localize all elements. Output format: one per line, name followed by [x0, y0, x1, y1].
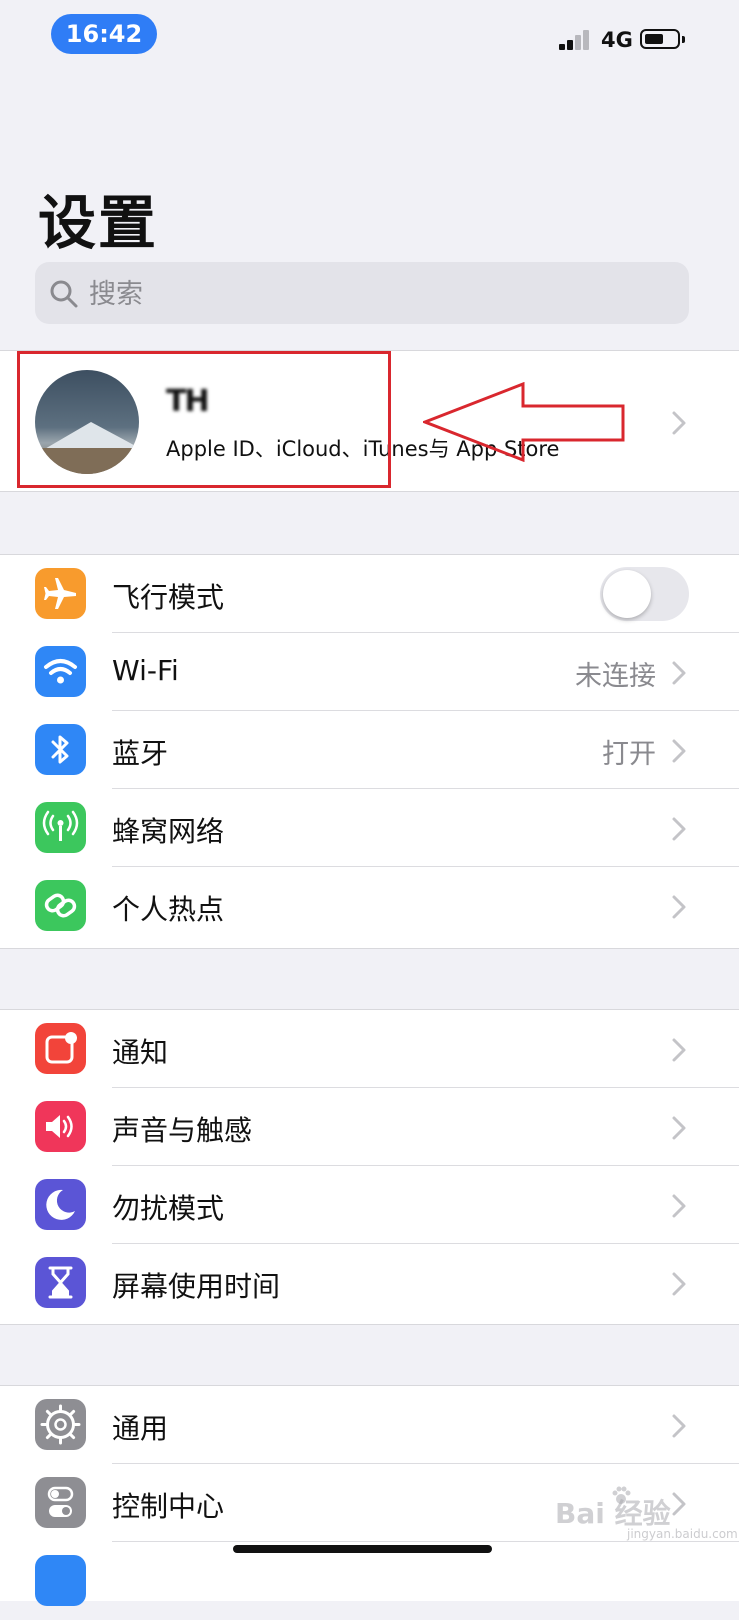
annotation-arrow-icon	[423, 382, 625, 462]
row-label: 屏幕使用时间	[112, 1270, 281, 1303]
row-cellular[interactable]: 蜂窝网络	[0, 789, 739, 867]
annotation-highlight-box	[17, 351, 391, 488]
search-input[interactable]	[87, 262, 681, 326]
row-label: 飞行模式	[112, 581, 225, 614]
row-partial-next[interactable]	[0, 1542, 739, 1620]
switches-icon	[35, 1477, 86, 1528]
gear-icon	[35, 1399, 86, 1450]
hotspot-link-icon	[35, 880, 86, 931]
row-wifi[interactable]: Wi-Fi 未连接	[0, 633, 739, 711]
row-label: 通用	[112, 1412, 169, 1445]
row-screen-time[interactable]: 屏幕使用时间	[0, 1244, 739, 1322]
chevron-right-icon	[672, 895, 686, 919]
row-label: 蜂窝网络	[112, 815, 225, 848]
chevron-right-icon	[672, 661, 686, 685]
chevron-right-icon	[672, 1414, 686, 1438]
wifi-icon	[35, 646, 86, 697]
search-icon	[50, 280, 78, 308]
chevron-right-icon	[672, 1116, 686, 1140]
row-value: 打开	[602, 739, 656, 770]
row-label: 蓝牙	[112, 737, 169, 770]
row-general[interactable]: 通用	[0, 1386, 739, 1464]
row-notifications[interactable]: 通知	[0, 1010, 739, 1088]
chevron-right-icon	[672, 1038, 686, 1062]
page-title: 设置	[38, 189, 159, 257]
network-type: 4G	[601, 28, 633, 52]
chevron-right-icon	[672, 411, 686, 435]
chevron-right-icon	[672, 739, 686, 763]
row-do-not-disturb[interactable]: 勿扰模式	[0, 1166, 739, 1244]
row-label: 通知	[112, 1036, 169, 1069]
cellular-antenna-icon	[35, 802, 86, 853]
watermark-text: Bai 经验	[555, 1497, 671, 1530]
hourglass-icon	[35, 1257, 86, 1308]
row-airplane-mode[interactable]: 飞行模式	[0, 555, 739, 633]
status-bar: 16:42 4G	[0, 0, 739, 80]
airplane-mode-toggle[interactable]	[600, 567, 689, 621]
chevron-right-icon	[672, 817, 686, 841]
chevron-right-icon	[672, 1272, 686, 1296]
settings-group-notifications: 通知 声音与触感 勿扰模式 屏幕使用时间	[0, 1009, 739, 1325]
moon-icon	[35, 1179, 86, 1230]
row-sounds-haptics[interactable]: 声音与触感	[0, 1088, 739, 1166]
row-personal-hotspot[interactable]: 个人热点	[0, 867, 739, 945]
row-bluetooth[interactable]: 蓝牙 打开	[0, 711, 739, 789]
row-label: 个人热点	[112, 893, 225, 926]
battery-icon	[640, 29, 685, 49]
watermark-url: jingyan.baidu.com	[627, 1527, 738, 1541]
chevron-right-icon	[672, 1492, 686, 1516]
speaker-icon	[35, 1101, 86, 1152]
notifications-icon	[35, 1023, 86, 1074]
home-indicator[interactable]	[233, 1545, 492, 1553]
row-label: 控制中心	[112, 1490, 225, 1523]
row-value: 未连接	[575, 661, 656, 692]
status-time[interactable]: 16:42	[51, 14, 157, 54]
row-label: 声音与触感	[112, 1114, 253, 1147]
app-icon	[35, 1555, 86, 1606]
signal-strength-icon	[559, 30, 591, 50]
chevron-right-icon	[672, 1194, 686, 1218]
search-bar[interactable]	[35, 262, 689, 326]
bluetooth-icon	[35, 724, 86, 775]
row-label: Wi-Fi	[112, 654, 179, 687]
row-label: 勿扰模式	[112, 1192, 225, 1225]
airplane-icon	[35, 568, 86, 619]
settings-group-connectivity: 飞行模式 Wi-Fi 未连接 蓝牙 打开 蜂窝网络 个人热点	[0, 554, 739, 949]
